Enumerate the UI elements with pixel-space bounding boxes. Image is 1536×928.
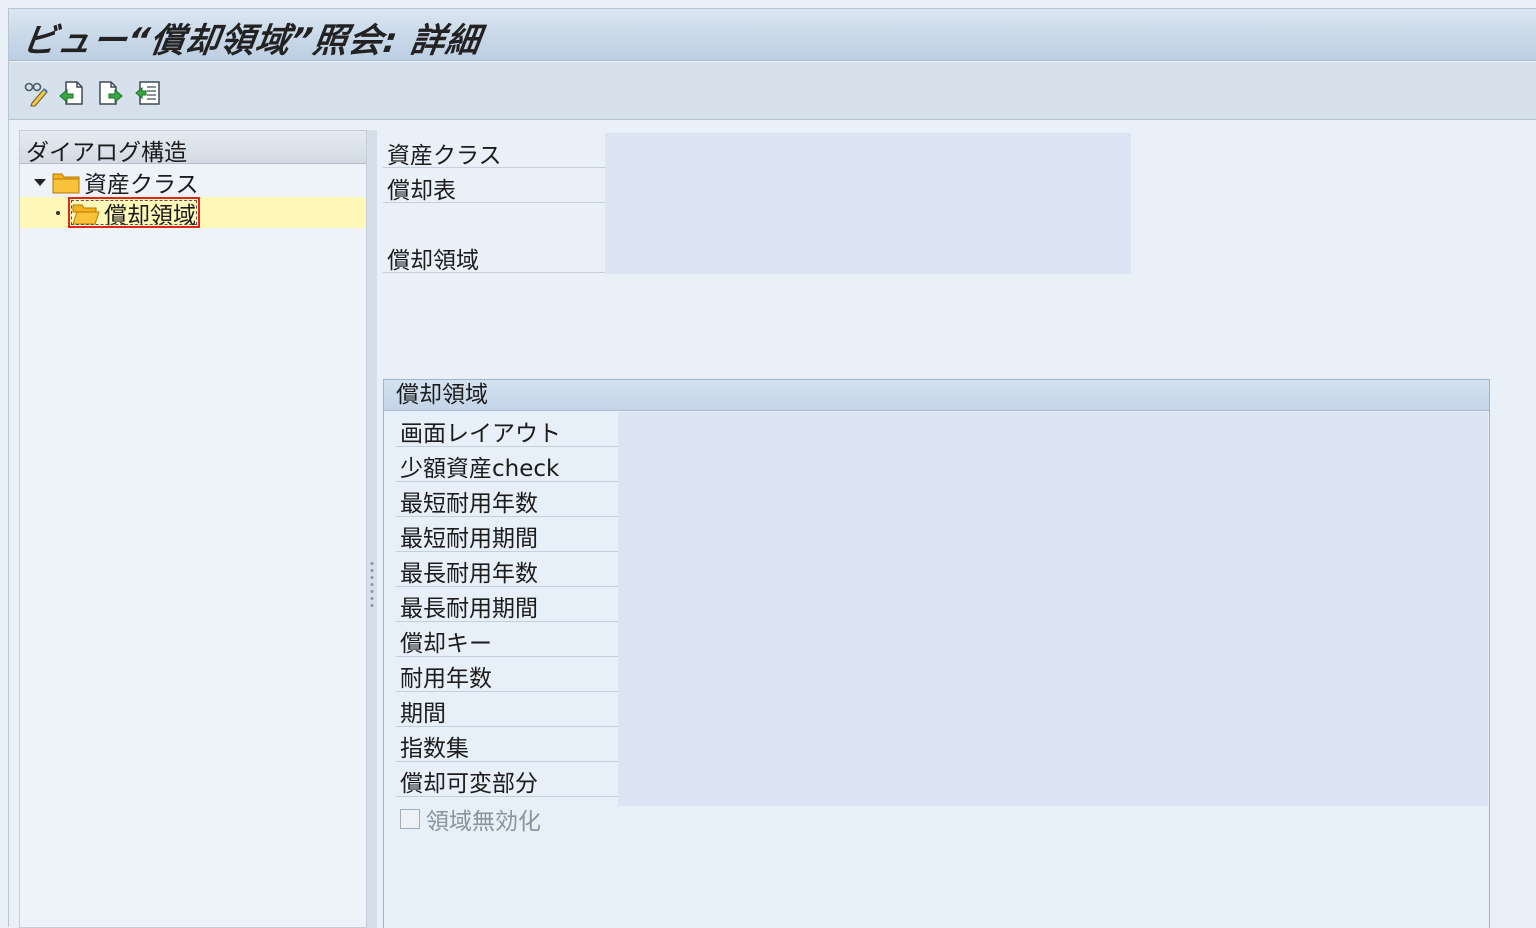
tree-node-asset-class[interactable]: 資産クラス [32, 167, 199, 198]
select-all-button[interactable] [133, 78, 163, 108]
tree-node-depreciation-area-label: 償却領域 [104, 202, 196, 229]
sap-window: ビュー“償却領域”照会: 詳細 ダイアログ構造 資産クラス 償却領域 資産クラス… [8, 8, 1536, 928]
field-depreciation-key: 償却キー [396, 622, 618, 657]
field-period: 期間 [396, 692, 618, 727]
group-title: 償却領域 [384, 380, 1489, 411]
asset-class-label: 資産クラス [383, 133, 605, 169]
deactivate-area-label: 領域無効化 [426, 809, 541, 835]
field-max-life-periods: 最長耐用期間 [396, 587, 618, 622]
field-low-value-check: 少額資産check [396, 447, 618, 482]
dialog-structure-panel: ダイアログ構造 資産クラス 償却領域 [19, 130, 367, 928]
open-folder-icon [72, 204, 100, 224]
tree-bullet [56, 210, 60, 215]
field-screen-layout: 画面レイアウト [396, 412, 618, 447]
tree-node-depreciation-area[interactable]: 償却領域 [20, 197, 366, 229]
next-entry-icon [99, 81, 123, 105]
page-title: ビュー“償却領域”照会: 詳細 [19, 21, 484, 61]
field-min-life-periods: 最短耐用期間 [396, 517, 618, 552]
title-bar: ビュー“償却領域”照会: 詳細 [9, 9, 1536, 61]
group-values-area [618, 412, 1488, 806]
field-max-life-years: 最長耐用年数 [396, 552, 618, 587]
application-toolbar [9, 62, 1536, 120]
panel-splitter[interactable] [367, 130, 377, 928]
display-change-button[interactable] [21, 78, 51, 108]
tree-node-selection[interactable]: 償却領域 [68, 197, 200, 229]
deactivate-area-checkbox[interactable] [400, 809, 420, 829]
field-useful-life: 耐用年数 [396, 657, 618, 692]
field-min-life-years: 最短耐用年数 [396, 482, 618, 517]
display-change-icon [24, 82, 48, 107]
folder-icon [52, 173, 80, 194]
dialog-structure-header: ダイアログ構造 [20, 131, 366, 166]
depreciation-chart-label: 償却表 [383, 168, 605, 204]
header-values-area [605, 133, 1131, 274]
depreciation-area-label: 償却領域 [383, 238, 605, 274]
previous-entry-icon [59, 81, 83, 105]
depreciation-area-group: 償却領域 画面レイアウト 少額資産check 最短耐用年数 最短耐用期間 最長耐… [383, 379, 1490, 928]
tree-node-asset-class-label: 資産クラス [84, 172, 199, 198]
previous-entry-button[interactable] [57, 78, 87, 108]
deactivate-area-row: 領域無効化 [396, 804, 541, 835]
next-entry-button[interactable] [95, 78, 125, 108]
field-variable-depreciation: 償却可変部分 [396, 762, 618, 797]
splitter-grip-icon[interactable] [370, 560, 374, 610]
caret-down-icon[interactable] [32, 174, 48, 190]
field-index-series: 指数集 [396, 727, 618, 762]
select-all-icon [135, 81, 160, 105]
